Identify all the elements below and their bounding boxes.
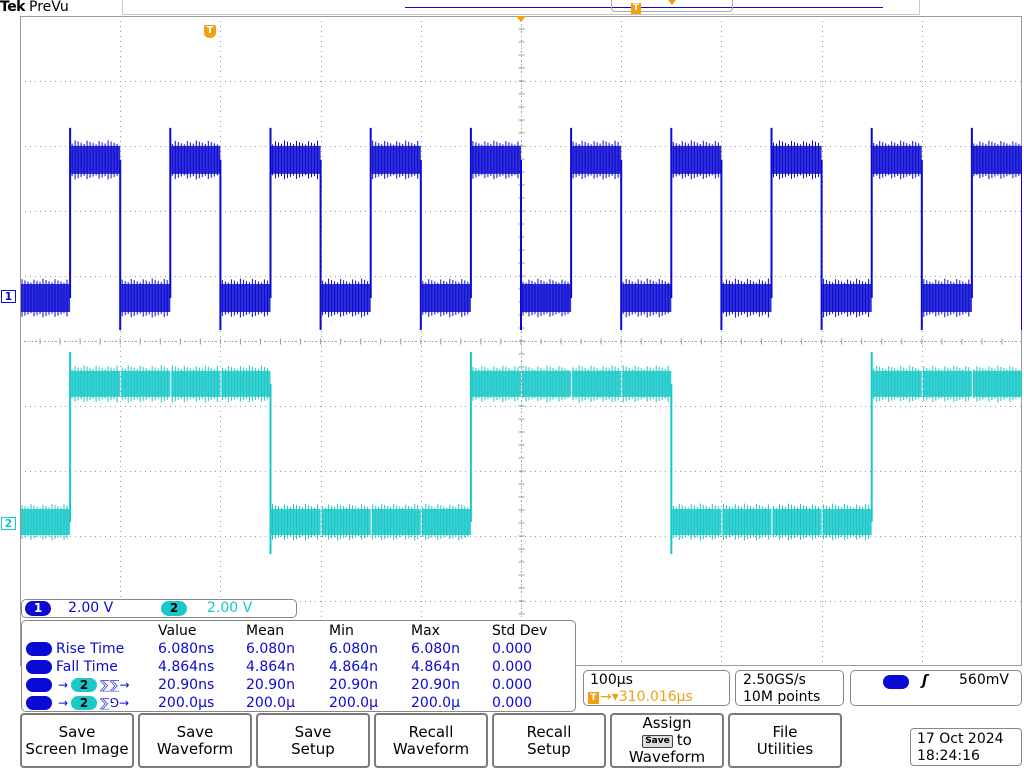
measurement-value: 6.080ns xyxy=(158,641,215,657)
trigger-level: 560mV xyxy=(959,672,1009,688)
measurement-row-fall-time[interactable]: Fall Time 4.864ns 4.864n 4.864n 4.864n 0… xyxy=(22,658,575,676)
measurement-std-dev: 0.000 xyxy=(492,695,533,711)
ch1-badge xyxy=(26,642,52,656)
ch1-badge xyxy=(26,696,52,710)
ch2-badge: 2 xyxy=(161,601,187,616)
date: 17 Oct 2024 xyxy=(917,731,1004,747)
rising-falling-edge-icon: ⅀⅁→ xyxy=(100,696,130,710)
acquisition-readout[interactable]: 2.50GS/s 10M points xyxy=(735,670,844,706)
arrow-icon: → xyxy=(58,678,69,692)
sample-rate: 2.50GS/s xyxy=(743,672,806,688)
measurement-std-dev: 0.000 xyxy=(492,659,533,675)
measurement-std-dev: 0.000 xyxy=(492,677,533,693)
button-label-line1: File xyxy=(772,722,798,741)
time: 18:24:16 xyxy=(917,748,980,764)
expansion-point-marker xyxy=(516,16,526,22)
button-label-line1: Assign xyxy=(642,714,692,732)
button-label-line2: Setup xyxy=(291,739,335,758)
ch2-ground-marker[interactable]: 2 xyxy=(1,517,16,530)
recall-waveform-button[interactable]: Recall Waveform xyxy=(374,713,488,768)
measurement-min: 200.0µ xyxy=(329,695,378,711)
brand: Tek PreVu xyxy=(0,0,69,15)
header-min: Min xyxy=(329,623,354,639)
record-position-marker xyxy=(668,0,676,5)
header-value: Value xyxy=(158,623,197,639)
assign-save-button[interactable]: Assign Save to Waveform xyxy=(610,713,724,768)
measurement-value: 200.0µs xyxy=(158,695,215,711)
ch1-ground-marker[interactable]: 1 xyxy=(1,290,16,303)
header-max: Max xyxy=(411,623,440,639)
measurement-table[interactable]: Value Mean Min Max Std Dev Rise Time 6.0… xyxy=(21,620,576,712)
waveform-display[interactable] xyxy=(20,16,1022,666)
measurement-min: 4.864n xyxy=(329,659,378,675)
horizontal-readout[interactable]: 100µs T →▾310.016µs xyxy=(583,670,730,706)
measurement-value: 20.90ns xyxy=(158,677,215,693)
save-screen-image-button[interactable]: Save Screen Image xyxy=(20,713,134,768)
measurement-std-dev: 0.000 xyxy=(492,641,533,657)
measurement-name: Rise Time xyxy=(56,641,125,657)
save-key-icon: Save xyxy=(642,735,673,748)
button-label-line2: Utilities xyxy=(756,739,814,758)
button-label-line2: Waveform xyxy=(156,739,234,758)
trigger-icon: T xyxy=(588,692,599,704)
measurement-value: 4.864ns xyxy=(158,659,215,675)
button-label-line1: Save xyxy=(294,722,332,741)
measurement-min: 20.90n xyxy=(329,677,378,693)
recall-setup-button[interactable]: Recall Setup xyxy=(492,713,606,768)
channel-scale-readout[interactable]: 1 2.00 V 2 2.00 V xyxy=(21,599,297,618)
status-strip: Tek PreVu T xyxy=(0,0,1024,16)
acquisition-mode: PreVu xyxy=(29,0,69,15)
measurement-min: 6.080n xyxy=(329,641,378,657)
ch1-badge: 1 xyxy=(25,601,51,616)
ch2-badge: 2 xyxy=(71,678,97,692)
record-view-bar[interactable]: T xyxy=(122,0,920,15)
button-label-line1: Recall xyxy=(526,722,572,741)
button-label-line2: Screen Image xyxy=(25,739,129,758)
trigger-position-value: →▾310.016µs xyxy=(600,689,693,705)
record-trigger-icon: T xyxy=(631,3,641,14)
measurement-max: 6.080n xyxy=(411,641,460,657)
button-label-line3: Waveform xyxy=(628,748,706,766)
measurement-row-rise-time[interactable]: Rise Time 6.080ns 6.080n 6.080n 6.080n 0… xyxy=(22,640,575,658)
button-label-line1: Save xyxy=(176,722,214,741)
ch2-scale: 2.00 V xyxy=(207,600,253,616)
ch1-trace xyxy=(21,127,1022,330)
save-waveform-button[interactable]: Save Waveform xyxy=(138,713,252,768)
save-setup-button[interactable]: Save Setup xyxy=(256,713,370,768)
header-std-dev: Std Dev xyxy=(492,623,548,639)
measurement-mean: 200.0µ xyxy=(246,695,295,711)
brand-logo: Tek xyxy=(0,0,26,15)
measurement-mean: 6.080n xyxy=(246,641,295,657)
rising-rising-edge-icon: ⅀⅀→ xyxy=(100,678,130,692)
measurement-mean: 20.90n xyxy=(246,677,295,693)
arrow-icon: → xyxy=(58,696,69,710)
measurement-max: 200.0µ xyxy=(411,695,460,711)
trigger-position-icon[interactable]: T xyxy=(204,25,216,38)
ch2-badge: 2 xyxy=(71,696,97,710)
file-utilities-button[interactable]: File Utilities xyxy=(728,713,842,768)
header-mean: Mean xyxy=(246,623,285,639)
button-label-line1: Recall xyxy=(408,722,454,741)
record-length: 10M points xyxy=(743,689,821,705)
measurement-max: 4.864n xyxy=(411,659,460,675)
measurement-mean: 4.864n xyxy=(246,659,295,675)
measurement-name: Fall Time xyxy=(56,659,118,675)
trigger-source-badge xyxy=(883,675,909,689)
button-label-line1: Save xyxy=(58,722,96,741)
button-label-line2: to xyxy=(676,731,692,749)
button-label-line2: Waveform xyxy=(392,739,470,758)
ch1-badge xyxy=(26,678,52,692)
ch1-scale: 2.00 V xyxy=(68,600,114,616)
time-per-division: 100µs xyxy=(590,672,633,688)
rising-edge-icon: ʃ xyxy=(922,673,928,689)
button-label-line2: Setup xyxy=(527,739,571,758)
measurement-row-delay-fall[interactable]: → 2 ⅀⅁→ 200.0µs 200.0µ 200.0µ 200.0µ 0.0… xyxy=(22,694,575,712)
measurement-row-delay-rise[interactable]: → 2 ⅀⅀→ 20.90ns 20.90n 20.90n 20.90n 0.0… xyxy=(22,676,575,694)
trigger-position: T →▾310.016µs xyxy=(588,689,693,706)
measurement-max: 20.90n xyxy=(411,677,460,693)
ch1-badge xyxy=(26,660,52,674)
waveform-plot xyxy=(20,16,1022,666)
trigger-readout[interactable]: ʃ 560mV xyxy=(850,670,1022,706)
date-time-display: 17 Oct 2024 18:24:16 xyxy=(910,728,1022,766)
